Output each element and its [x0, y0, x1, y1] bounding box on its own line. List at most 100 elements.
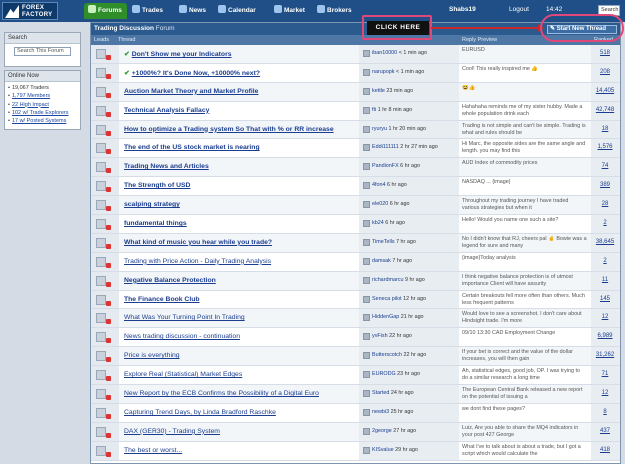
- online-posted-systems[interactable]: 17 w/ Posted Systems: [8, 117, 77, 125]
- thread-rank-link[interactable]: 11: [591, 277, 619, 283]
- last-poster-link[interactable]: HiddenGap: [372, 314, 399, 320]
- thread-title-link[interactable]: The Strength of USD: [124, 182, 354, 189]
- last-poster-link[interactable]: kb24: [372, 220, 384, 226]
- thread-starter-avatar[interactable]: [96, 237, 106, 248]
- thread-title-link[interactable]: Trading News and Articles: [124, 163, 354, 170]
- thread-starter-avatar[interactable]: [96, 445, 106, 456]
- thread-rank-link[interactable]: 437: [591, 428, 619, 434]
- thread-rank-link[interactable]: 8: [591, 409, 619, 415]
- thread-rank-link[interactable]: 74: [591, 163, 619, 169]
- last-poster-link[interactable]: EURODG: [372, 371, 396, 377]
- last-poster-link[interactable]: PandionFX: [372, 163, 399, 169]
- thread-row[interactable]: Trading with Price Action - Daily Tradin…: [91, 252, 620, 272]
- thread-rank-link[interactable]: 2: [591, 258, 619, 264]
- thread-row[interactable]: fundamental things kb24 6 hr ago Hello! Wo…: [91, 215, 620, 234]
- thread-row[interactable]: New Report by the ECB Confirms the Possi…: [91, 385, 620, 404]
- thread-rank-link[interactable]: 12: [591, 390, 619, 396]
- thread-row[interactable]: Technical Analysis Fallacy fti 1 hr 8 min…: [91, 101, 620, 121]
- thread-title-link[interactable]: ✔ +1000%? It's Done Now, +10000% next?: [124, 69, 354, 77]
- thread-rank-link[interactable]: 208: [591, 69, 619, 75]
- last-poster-avatar[interactable]: [363, 220, 370, 228]
- last-poster-avatar[interactable]: [363, 446, 370, 454]
- thread-title-link[interactable]: scalping strategy: [124, 201, 354, 208]
- last-poster-avatar[interactable]: [363, 87, 370, 95]
- last-poster-link[interactable]: narupopk: [372, 69, 394, 75]
- thread-row[interactable]: Auction Market Theory and Market Profile…: [91, 82, 620, 102]
- last-poster-avatar[interactable]: [363, 125, 370, 133]
- thread-starter-avatar[interactable]: [96, 370, 106, 381]
- thread-row[interactable]: What Was Your Turning Point In Trading Hi…: [91, 309, 620, 329]
- last-poster-link[interactable]: 4fon4: [372, 182, 386, 188]
- thread-row[interactable]: The Strength of USD 4fon4 6 hr ago NASDAQ …: [91, 177, 620, 197]
- thread-starter-avatar[interactable]: [96, 294, 106, 305]
- col-leads[interactable]: Leads: [94, 35, 109, 45]
- thread-starter-avatar[interactable]: [96, 407, 106, 418]
- online-trade-explorers[interactable]: 102 w/ Trade Explorers: [8, 109, 77, 117]
- last-poster-avatar[interactable]: [363, 50, 370, 57]
- tab-brokers[interactable]: Brokers: [313, 3, 357, 19]
- thread-rank-link[interactable]: 145: [591, 296, 619, 302]
- thread-rank-link[interactable]: 418: [591, 447, 619, 453]
- forex-factory-logo[interactable]: FOREX FACTORY: [2, 2, 58, 20]
- last-poster-avatar[interactable]: [363, 201, 370, 209]
- thread-title-link[interactable]: Negative Balance Protection: [124, 277, 354, 284]
- thread-starter-avatar[interactable]: [96, 351, 106, 362]
- last-poster-avatar[interactable]: [363, 276, 370, 284]
- thread-starter-avatar[interactable]: [96, 219, 106, 230]
- thread-row[interactable]: DAX (GER30) - Trading System 2george 27 h…: [91, 422, 620, 442]
- thread-rank-link[interactable]: 2: [591, 220, 619, 226]
- last-poster-avatar[interactable]: [363, 257, 370, 265]
- last-poster-avatar[interactable]: [363, 238, 370, 246]
- last-poster-avatar[interactable]: [363, 144, 370, 152]
- thread-row[interactable]: Negative Balance Protection richardmarcu …: [91, 271, 620, 291]
- thread-title-link[interactable]: Technical Analysis Fallacy: [124, 107, 354, 114]
- thread-title-link[interactable]: ✔ Don't Show me your Indicators: [124, 50, 354, 58]
- tab-market[interactable]: Market: [270, 3, 310, 19]
- last-poster-avatar[interactable]: [363, 352, 370, 360]
- thread-rank-link[interactable]: 31,262: [591, 352, 619, 358]
- thread-title-link[interactable]: What Was Your Turning Point In Trading: [124, 314, 354, 321]
- last-poster-link[interactable]: Seneca pilot: [372, 296, 402, 302]
- thread-row[interactable]: Trading News and Articles PandionFX 6 hr …: [91, 158, 620, 178]
- thread-rank-link[interactable]: 1,576: [591, 144, 619, 150]
- thread-row[interactable]: The end of the US stock market is nearin…: [91, 139, 620, 159]
- username-link[interactable]: Shabs19: [449, 6, 476, 13]
- thread-row[interactable]: Explore Real (Statistical) Market Edges E…: [91, 366, 620, 386]
- tab-calendar[interactable]: Calendar: [214, 3, 261, 19]
- thread-starter-avatar[interactable]: [96, 313, 106, 324]
- thread-title-link[interactable]: The end of the US stock market is nearin…: [124, 144, 354, 151]
- last-poster-link[interactable]: ele020: [372, 201, 388, 207]
- thread-title-link[interactable]: Explore Real (Statistical) Market Edges: [124, 371, 354, 378]
- thread-title-link[interactable]: What kind of music you hear while you tr…: [124, 239, 354, 246]
- logout-link[interactable]: Logout: [509, 6, 529, 13]
- last-poster-avatar[interactable]: [363, 333, 370, 341]
- search-forum-input[interactable]: Search This Forum: [14, 47, 71, 56]
- thread-title-link[interactable]: fundamental things: [124, 220, 354, 227]
- thread-starter-avatar[interactable]: [96, 67, 106, 78]
- thread-rank-link[interactable]: 28: [591, 201, 619, 207]
- last-poster-link[interactable]: damsak: [372, 258, 391, 264]
- last-poster-link[interactable]: Butterscotch: [372, 352, 402, 358]
- thread-rank-link[interactable]: 71: [591, 371, 619, 377]
- thread-rank-link[interactable]: 38,645: [591, 239, 619, 245]
- thread-row[interactable]: scalping strategy ele020 6 hr ago Througho…: [91, 196, 620, 216]
- last-poster-link[interactable]: richardmarcu: [372, 277, 403, 283]
- online-high-impact[interactable]: 22 High Impact: [8, 101, 77, 109]
- thread-starter-avatar[interactable]: [96, 426, 106, 437]
- last-poster-link[interactable]: ryuryu: [372, 126, 387, 132]
- thread-title-link[interactable]: New Report by the ECB Confirms the Possi…: [124, 390, 354, 397]
- thread-row[interactable]: Capturing Trend Days, by Linda Bradford …: [91, 403, 620, 423]
- last-poster-avatar[interactable]: [363, 390, 370, 398]
- tab-trades[interactable]: Trades: [128, 3, 168, 19]
- thread-title-link[interactable]: How to optimize a Trading system So That…: [124, 126, 354, 133]
- last-poster-link[interactable]: yvFish: [372, 333, 388, 339]
- thread-starter-avatar[interactable]: [96, 200, 106, 211]
- last-poster-link[interactable]: iban10000: [372, 50, 397, 56]
- last-poster-link[interactable]: 2george: [372, 428, 392, 434]
- thread-rank-link[interactable]: 14,405: [591, 88, 619, 94]
- thread-rank-link[interactable]: 42,748: [591, 107, 619, 113]
- thread-starter-avatar[interactable]: [96, 143, 106, 154]
- thread-starter-avatar[interactable]: [96, 162, 106, 173]
- last-poster-link[interactable]: KISvalue: [372, 447, 394, 453]
- thread-starter-avatar[interactable]: [96, 332, 106, 343]
